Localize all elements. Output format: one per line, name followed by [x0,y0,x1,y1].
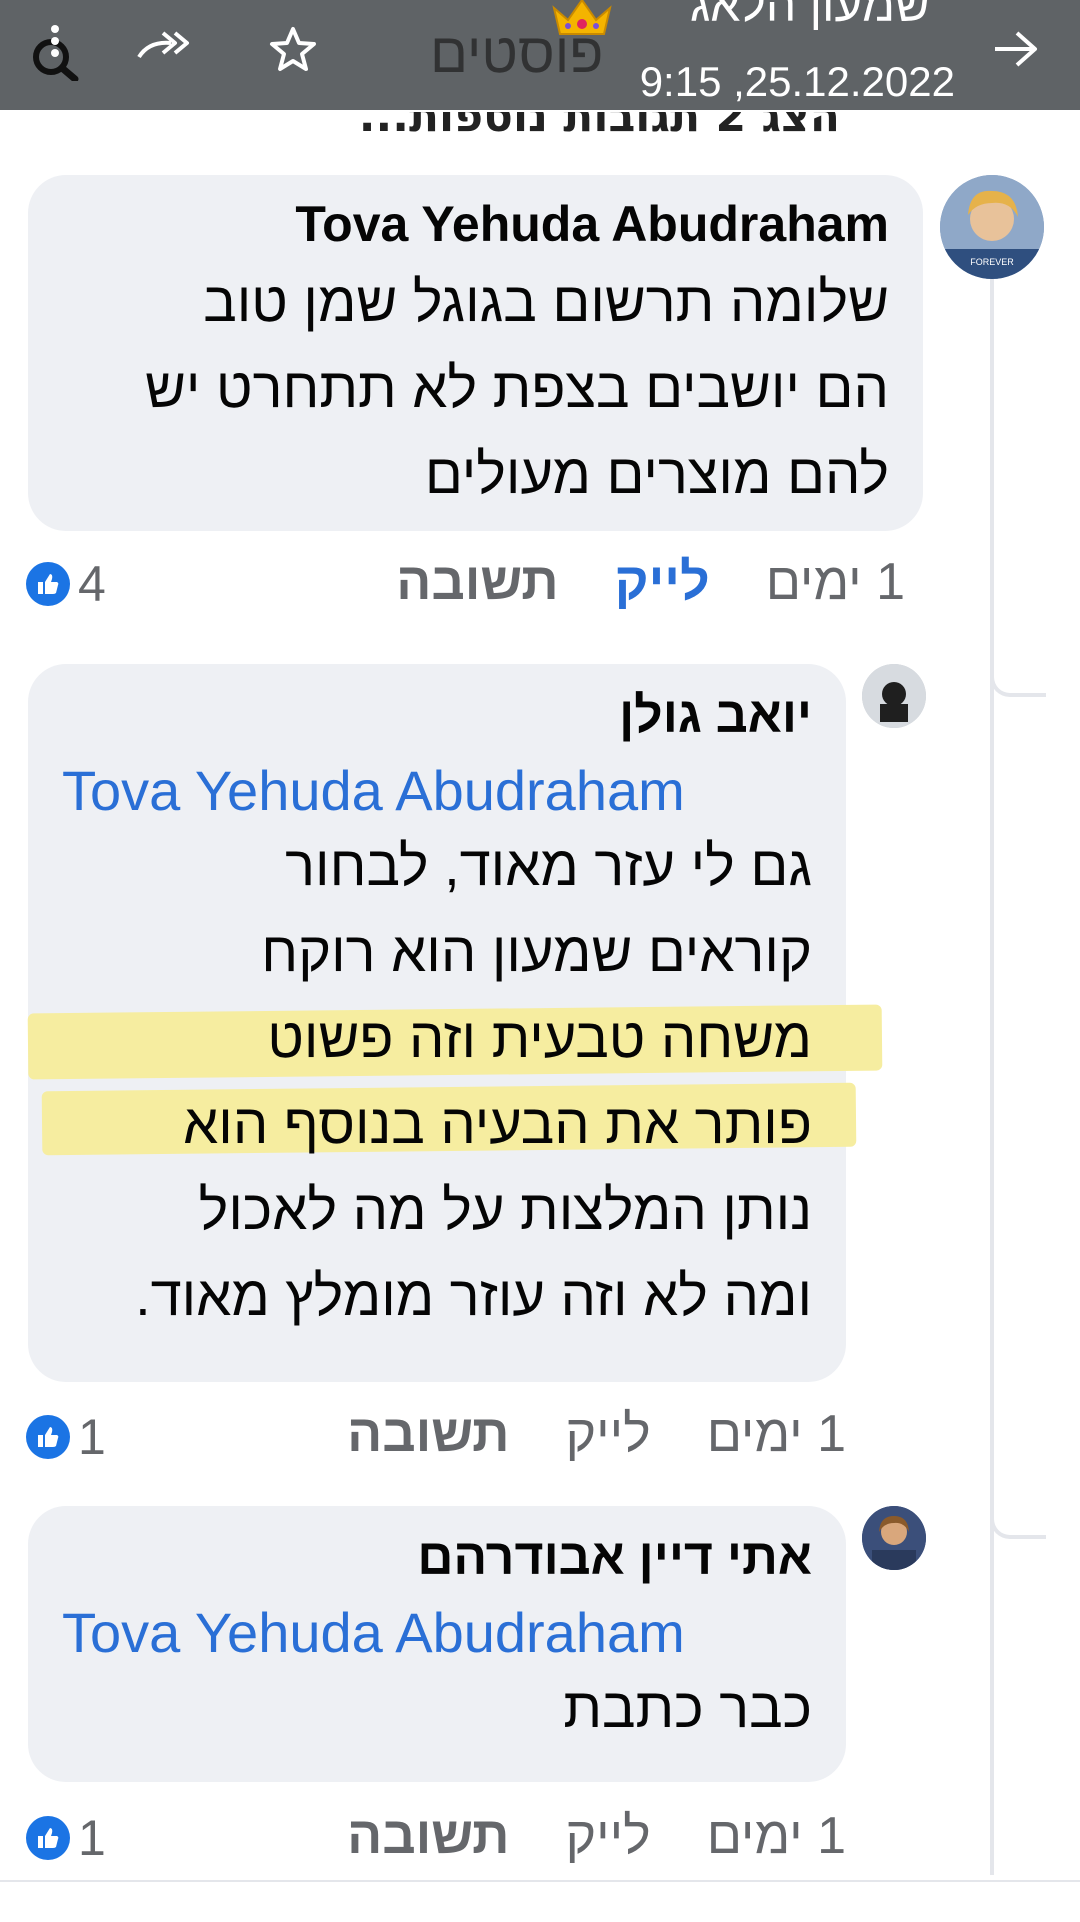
comment-body: שלומה תרשום בגוגל שמן טוב הם יושבים בצפת… [62,259,889,517]
comment-body: גם לי עזר מאוד, לבחור קוראים שמעון הוא ר… [27,823,883,1339]
comment-line: קוראים שמעון הוא רוקח [261,920,812,983]
like-button[interactable]: לייק [615,552,710,612]
comment-line: ומה לא וזה עוזר מומלץ מאוד. [135,1264,812,1327]
like-thumb-icon [26,562,70,606]
reaction-count[interactable]: 1 [26,1408,106,1466]
comment-bubble[interactable]: אתי דיין אבודרהם Tova Yehuda Abudraham כ… [28,1506,846,1782]
reply-button[interactable]: תשובה [396,552,558,612]
like-button[interactable]: לייק [565,1806,650,1866]
like-button[interactable]: לייק [565,1404,650,1464]
crown-icon [550,0,614,40]
mention-link[interactable]: Tova Yehuda Abudraham [62,758,812,823]
back-arrow-icon[interactable] [980,14,1050,84]
comment-line: גם לי עזר מאוד, לבחור [285,834,812,897]
thread-line [990,250,994,1875]
reply-button[interactable]: תשובה [347,1404,509,1464]
comment-author[interactable]: אתי דיין אבודרהם [62,1528,812,1586]
reply-button[interactable]: תשובה [347,1806,509,1866]
bottom-divider [0,1880,1080,1922]
page-title: שמעון הלאג [689,0,930,32]
comment-time: 1 ימים [706,1405,846,1463]
comment-line-highlighted: משחה טבעית וזה פשוט [27,995,883,1081]
post-date: 9:15 ,25.12.2022 [639,58,955,105]
comment-time: 1 ימים [706,1807,846,1865]
forward-icon[interactable] [128,14,198,84]
comment-line-highlighted: פותר את הבעיה בנוסף הוא [41,1081,857,1167]
comment-line: נותן המלצות על מה לאכול [198,1178,812,1241]
comment-line: שלומה תרשום בגוגל שמן טוב [203,270,889,333]
like-thumb-icon [26,1816,70,1860]
top-app-bar: פוסטים שמעון הלאג 9:15 ,25.12.2022 [0,0,1080,110]
avatar[interactable] [862,1506,926,1570]
comment-line: להם מוצרים מעולים [424,442,889,505]
comment-actions: 1 ימים לייק תשובה [291,1404,846,1464]
more-replies-link[interactable]: הצג 2 תגובות נוספות... [300,112,840,134]
reaction-count-value: 4 [78,556,106,612]
comment-line: הם יושבים בצפת לא תתחרט יש [145,356,889,419]
avatar[interactable]: FOREVER [940,175,1044,279]
like-thumb-icon [26,1415,70,1459]
reaction-count[interactable]: 4 [26,555,106,613]
reaction-count[interactable]: 1 [26,1809,106,1867]
thread-branch [990,665,1046,697]
comment-time: 1 ימים [765,553,905,611]
search-icon[interactable] [22,14,92,84]
reaction-count-value: 1 [78,1409,106,1465]
comment-actions: 1 ימים לייק תשובה [291,1806,846,1866]
comment-author[interactable]: Tova Yehuda Abudraham [62,195,889,253]
comment-bubble[interactable]: יואב גולן Tova Yehuda Abudraham גם לי עז… [27,664,883,1382]
comment-actions: 1 ימים לייק תשובה [340,552,905,612]
reaction-count-value: 1 [78,1810,106,1866]
avatar[interactable] [862,664,926,728]
thread-branch [990,1507,1046,1539]
comment-bubble[interactable]: Tova Yehuda Abudraham שלומה תרשום בגוגל … [28,175,923,531]
mention-link[interactable]: Tova Yehuda Abudraham [62,1600,812,1665]
star-icon[interactable] [258,14,328,84]
comment-author[interactable]: יואב גולן [62,686,812,744]
comment-line: כבר כתבת [563,1676,812,1739]
comment-body: כבר כתבת [62,1665,812,1751]
avatar-caption: FOREVER [970,257,1014,267]
